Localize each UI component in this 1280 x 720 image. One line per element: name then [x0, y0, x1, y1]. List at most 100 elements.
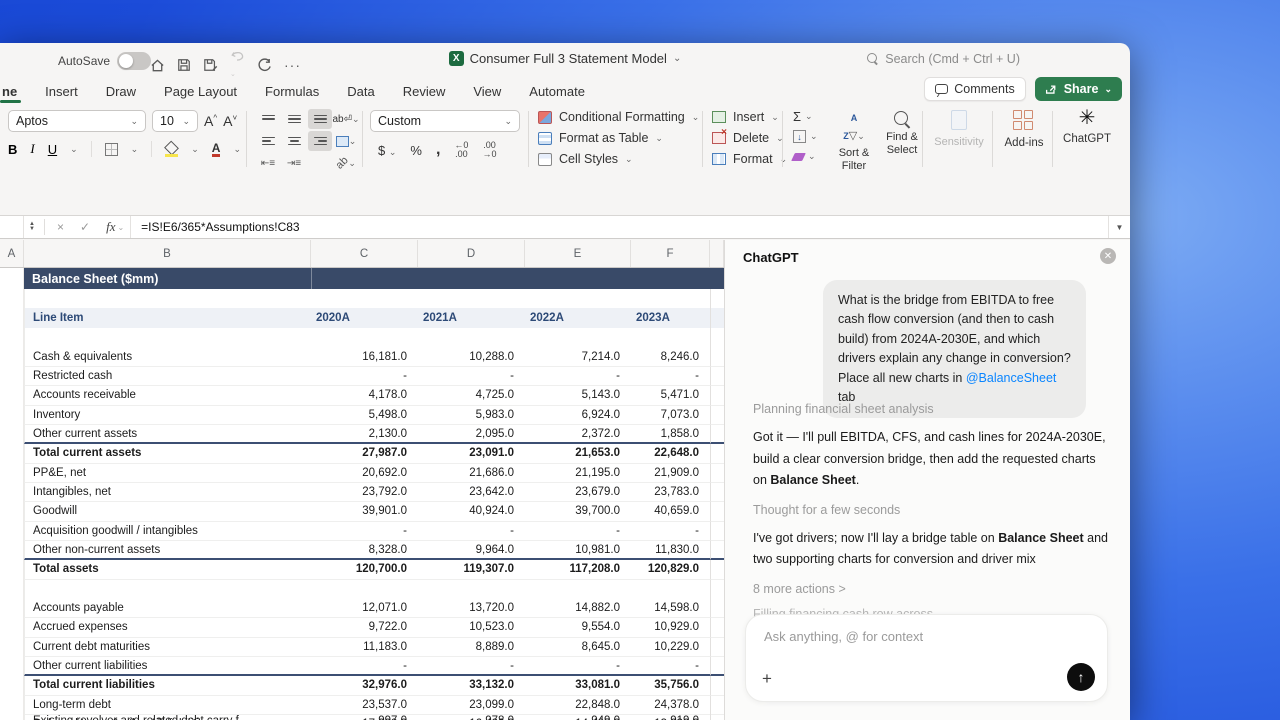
- cell-value[interactable]: 997.0: [311, 712, 418, 720]
- cell-value[interactable]: 20,692.0: [311, 464, 418, 483]
- cell-value[interactable]: 8,246.0: [631, 348, 710, 367]
- underline-button[interactable]: U: [48, 142, 57, 157]
- currency-format-button[interactable]: $ ⌄: [378, 143, 396, 158]
- align-bottom-icon[interactable]: [308, 109, 332, 129]
- cell-value[interactable]: 23,091.0: [418, 444, 525, 464]
- cell-styles-button[interactable]: Cell Styles ⌄: [538, 151, 699, 167]
- cell-value[interactable]: 22,648.0: [631, 444, 710, 464]
- name-box-stepper[interactable]: ▲ ▼: [24, 221, 40, 232]
- cancel-icon[interactable]: ×: [49, 220, 72, 234]
- ribbon-tab-review[interactable]: Review: [389, 80, 460, 103]
- comments-button[interactable]: Comments: [924, 77, 1026, 101]
- cell-value[interactable]: 40,659.0: [631, 502, 710, 522]
- cell-value[interactable]: 5,471.0: [631, 386, 710, 406]
- cell-value[interactable]: 9,964.0: [418, 541, 525, 561]
- name-box[interactable]: [0, 216, 24, 238]
- row-label[interactable]: Total assets: [24, 560, 311, 580]
- cell-value[interactable]: 14,882.0: [525, 599, 631, 619]
- formula-bar-expand-icon[interactable]: ▼: [1108, 216, 1130, 238]
- cell-value[interactable]: 21,653.0: [525, 444, 631, 464]
- cell-value[interactable]: 2,372.0: [525, 425, 631, 445]
- cell-value[interactable]: -: [418, 657, 525, 677]
- cell-value[interactable]: 1,858.0: [631, 425, 710, 445]
- cell-value[interactable]: 21,195.0: [525, 464, 631, 483]
- cell-value[interactable]: -: [418, 522, 525, 541]
- cell-value[interactable]: [311, 580, 418, 599]
- cell-value[interactable]: -: [311, 657, 418, 677]
- year-header[interactable]: 2023A: [631, 308, 710, 329]
- column-header-A[interactable]: A: [0, 240, 24, 267]
- align-left-icon[interactable]: [256, 131, 280, 151]
- assistant-status-text[interactable]: 8 more actions >: [753, 582, 1110, 596]
- fill-down-icon[interactable]: ↓: [793, 130, 806, 143]
- align-right-icon[interactable]: [308, 131, 332, 151]
- cell-value[interactable]: 13,720.0: [418, 599, 525, 619]
- cell-value[interactable]: 8,328.0: [311, 541, 418, 561]
- align-center-icon[interactable]: [282, 131, 306, 151]
- cell-value[interactable]: [631, 580, 710, 599]
- cell-value[interactable]: 9,554.0: [525, 618, 631, 638]
- clear-icon[interactable]: [791, 152, 806, 161]
- cell-value[interactable]: 23,783.0: [631, 483, 710, 503]
- cell-value[interactable]: 33,132.0: [418, 676, 525, 696]
- cell-value[interactable]: 39,700.0: [525, 502, 631, 522]
- cell-value[interactable]: 27,987.0: [311, 444, 418, 464]
- cell-value[interactable]: 21,909.0: [631, 464, 710, 483]
- cell-value[interactable]: 11,183.0: [311, 638, 418, 657]
- cell-value[interactable]: 5,498.0: [311, 406, 418, 425]
- cell-value[interactable]: 10,929.0: [631, 618, 710, 638]
- cell-value[interactable]: 2,095.0: [418, 425, 525, 445]
- row-label[interactable]: Existing revolver and related debt carry…: [24, 712, 311, 720]
- row-label[interactable]: [24, 579, 311, 599]
- column-header-C[interactable]: C: [311, 240, 418, 267]
- cell-value[interactable]: [418, 289, 525, 308]
- cell-value[interactable]: [631, 328, 710, 347]
- increase-decimal-icon[interactable]: ←0.00: [454, 141, 468, 159]
- cell-value[interactable]: 919.0: [631, 712, 710, 720]
- cell-value[interactable]: 35,756.0: [631, 676, 710, 696]
- cell-value[interactable]: -: [311, 522, 418, 541]
- cell-value[interactable]: 5,143.0: [525, 386, 631, 406]
- cell-value[interactable]: 10,229.0: [631, 638, 710, 657]
- cell-value[interactable]: 5,983.0: [418, 406, 525, 425]
- row-label[interactable]: Goodwill: [24, 502, 311, 522]
- row-label[interactable]: Cash & equivalents: [24, 347, 311, 367]
- cell-value[interactable]: -: [631, 657, 710, 677]
- cell-value[interactable]: 10,981.0: [525, 541, 631, 561]
- cell-value[interactable]: 12,071.0: [311, 599, 418, 619]
- cell-value[interactable]: 16,181.0: [311, 348, 418, 367]
- addins-button[interactable]: Add-ins: [998, 108, 1050, 149]
- cell-value[interactable]: -: [631, 367, 710, 387]
- cell-value[interactable]: -: [311, 367, 418, 387]
- search-input[interactable]: Search (Cmd + Ctrl + U): [867, 52, 1020, 66]
- font-color-icon[interactable]: A: [211, 141, 220, 157]
- ribbon-tab-formulas[interactable]: Formulas: [251, 80, 333, 103]
- decrease-decimal-icon[interactable]: .00 →0: [482, 141, 496, 159]
- cell-value[interactable]: 23,679.0: [525, 483, 631, 503]
- cell-value[interactable]: 9,722.0: [311, 618, 418, 638]
- cell-value[interactable]: 949.0: [525, 712, 631, 720]
- cell-value[interactable]: 119,307.0: [418, 560, 525, 580]
- cell-value[interactable]: [418, 328, 525, 347]
- cell-value[interactable]: -: [525, 522, 631, 541]
- ribbon-tab-ne[interactable]: ne: [0, 80, 31, 103]
- orientation-icon[interactable]: ab ⌄: [334, 153, 358, 173]
- row-label[interactable]: Inventory: [24, 405, 311, 425]
- cell-value[interactable]: [311, 289, 418, 308]
- cell-value[interactable]: [631, 289, 710, 308]
- percent-format-button[interactable]: %: [410, 143, 422, 158]
- cell-value[interactable]: 8,889.0: [418, 638, 525, 657]
- cell-value[interactable]: 11,830.0: [631, 541, 710, 561]
- conditional-formatting-button[interactable]: Conditional Formatting ⌄: [538, 109, 699, 125]
- row-label[interactable]: PP&E, net: [24, 463, 311, 483]
- cell-value[interactable]: -: [631, 522, 710, 541]
- cell-value[interactable]: 978.0: [418, 712, 525, 720]
- cell-value[interactable]: 10,288.0: [418, 348, 525, 367]
- font-name-select[interactable]: Aptos ⌄: [8, 110, 146, 132]
- cell-value[interactable]: [525, 580, 631, 599]
- row-label[interactable]: Restricted cash: [24, 366, 311, 387]
- cell-value[interactable]: 40,924.0: [418, 502, 525, 522]
- cell-value[interactable]: 120,700.0: [311, 560, 418, 580]
- chat-composer[interactable]: Ask anything, @ for context + ↑: [745, 614, 1108, 702]
- cell-value[interactable]: 120,829.0: [631, 560, 710, 580]
